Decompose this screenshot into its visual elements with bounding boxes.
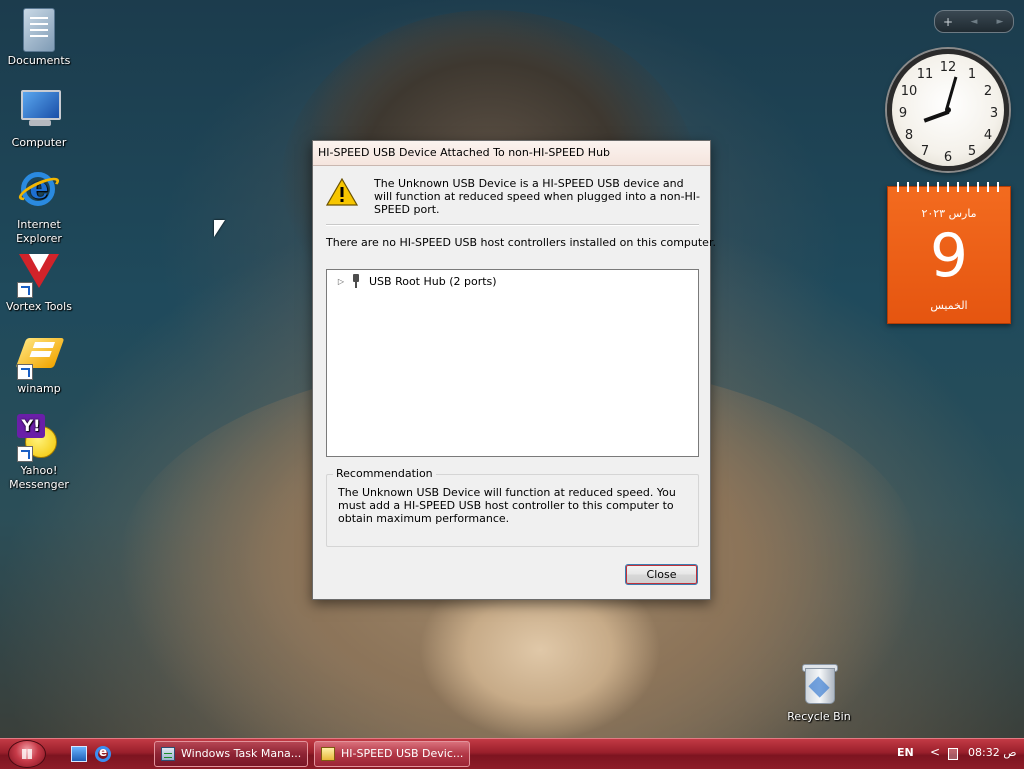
tray-device-icon[interactable] xyxy=(948,748,958,760)
task-manager-icon xyxy=(161,747,175,761)
clock-number: 3 xyxy=(989,106,999,121)
separator xyxy=(326,224,699,226)
no-controllers-text: There are no HI-SPEED USB host controlle… xyxy=(326,236,716,249)
calendar-day: 9 xyxy=(929,221,969,291)
clock-number: 1 xyxy=(967,67,977,82)
desktop-icon-label: Computer xyxy=(11,136,67,149)
taskbar-button-usb-dialog[interactable]: HI-SPEED USB Devic... xyxy=(314,741,470,767)
internet-explorer-icon: e xyxy=(15,168,63,216)
calendar-weekday: الخميس xyxy=(930,299,968,312)
sidebar-next-button[interactable]: ► xyxy=(989,17,1011,27)
usb-tree-view[interactable]: ▷ USB Root Hub (2 ports) xyxy=(326,269,699,457)
clock-number: 11 xyxy=(916,67,934,82)
show-desktop-icon[interactable] xyxy=(71,746,87,762)
desktop-icon-winamp[interactable]: winamp xyxy=(0,332,78,396)
shortcut-arrow-icon xyxy=(17,446,33,462)
usb-warning-dialog: HI-SPEED USB Device Attached To non-HI-S… xyxy=(312,140,716,600)
clock-number: 2 xyxy=(983,84,993,99)
tree-item-label: USB Root Hub (2 ports) xyxy=(369,274,497,288)
desktop: Documents Computer e Internet Explorer V… xyxy=(0,0,1024,738)
warning-icon xyxy=(325,177,359,206)
add-gadget-button[interactable]: + xyxy=(937,15,959,29)
clock-number: 6 xyxy=(943,150,953,165)
taskbar: Windows Task Mana... HI-SPEED USB Devic.… xyxy=(0,738,1024,769)
internet-explorer-quicklaunch-icon[interactable] xyxy=(95,745,111,762)
clock-number: 8 xyxy=(904,128,914,143)
taskbar-clock[interactable]: ص 08:32 xyxy=(968,746,1017,759)
tree-item-usb-root-hub[interactable]: ▷ USB Root Hub (2 ports) xyxy=(335,273,497,289)
warning-message: The Unknown USB Device is a HI-SPEED USB… xyxy=(374,177,701,216)
desktop-icon-yahoo-messenger[interactable]: Y! Yahoo! Messenger xyxy=(0,414,78,492)
start-button[interactable] xyxy=(8,740,46,768)
recommendation-group: Recommendation The Unknown USB Device wi… xyxy=(326,467,699,547)
vortex-tools-icon xyxy=(15,250,63,298)
language-indicator[interactable]: EN xyxy=(897,746,914,759)
dialog-body: The Unknown USB Device is a HI-SPEED USB… xyxy=(316,166,716,597)
documents-icon xyxy=(23,8,55,52)
desktop-icon-recycle-bin[interactable]: Recycle Bin xyxy=(780,660,858,724)
clock-number: 12 xyxy=(939,60,957,75)
clock-minute-hand xyxy=(945,76,958,110)
clock-number: 4 xyxy=(983,128,993,143)
yahoo-messenger-icon: Y! xyxy=(15,414,63,462)
clock-number: 7 xyxy=(920,144,930,159)
shortcut-arrow-icon xyxy=(17,282,33,298)
calendar-month: مارس ٢٠٢٣ xyxy=(921,207,977,220)
winamp-icon xyxy=(15,332,65,380)
desktop-icon-internet-explorer[interactable]: e Internet Explorer xyxy=(0,168,78,246)
clock-number: 5 xyxy=(967,144,977,159)
desktop-icon-label: Yahoo! Messenger xyxy=(9,464,69,491)
desktop-icon-label: Internet Explorer xyxy=(16,218,62,245)
show-hidden-icons-button[interactable]: < xyxy=(930,745,940,759)
desktop-icon-documents[interactable]: Documents xyxy=(0,4,78,68)
recommendation-text: The Unknown USB Device will function at … xyxy=(338,486,676,525)
clock-center xyxy=(945,107,951,113)
close-button[interactable]: Close xyxy=(625,564,698,585)
shortcut-arrow-icon xyxy=(17,364,33,380)
desktop-icon-label: Recycle Bin xyxy=(787,710,851,723)
mouse-cursor-icon xyxy=(214,220,225,237)
computer-icon xyxy=(15,86,63,134)
desktop-icon-label: Documents xyxy=(7,54,71,67)
desktop-icon-label: winamp xyxy=(17,382,61,395)
tree-expand-icon[interactable]: ▷ xyxy=(335,273,347,289)
taskbar-button-task-manager[interactable]: Windows Task Mana... xyxy=(154,741,308,767)
calendar-gadget[interactable]: مارس ٢٠٢٣ 9 الخميس xyxy=(887,182,1011,324)
usb-warning-icon xyxy=(321,747,335,761)
dialog-titlebar[interactable]: HI-SPEED USB Device Attached To non-HI-S… xyxy=(313,141,710,166)
sidebar-controls: + ◄ ► xyxy=(934,10,1014,33)
usb-plug-icon xyxy=(351,274,361,288)
clock-number: 9 xyxy=(898,106,908,121)
desktop-icon-computer[interactable]: Computer xyxy=(0,86,78,150)
taskbar-button-label: Windows Task Mana... xyxy=(181,747,302,760)
sidebar-prev-button[interactable]: ◄ xyxy=(963,17,985,27)
taskbar-button-label: HI-SPEED USB Devic... xyxy=(341,747,464,760)
recycle-bin-icon xyxy=(795,660,843,708)
desktop-icon-vortex-tools[interactable]: Vortex Tools xyxy=(0,250,78,314)
desktop-icon-label: Vortex Tools xyxy=(6,300,72,313)
clock-number: 10 xyxy=(900,84,918,99)
recommendation-legend: Recommendation xyxy=(333,467,436,480)
calendar-rings xyxy=(892,182,1006,192)
clock-gadget[interactable]: 12 1 2 3 4 5 6 7 8 9 10 11 xyxy=(887,49,1009,171)
dialog-title: HI-SPEED USB Device Attached To non-HI-S… xyxy=(318,146,611,159)
